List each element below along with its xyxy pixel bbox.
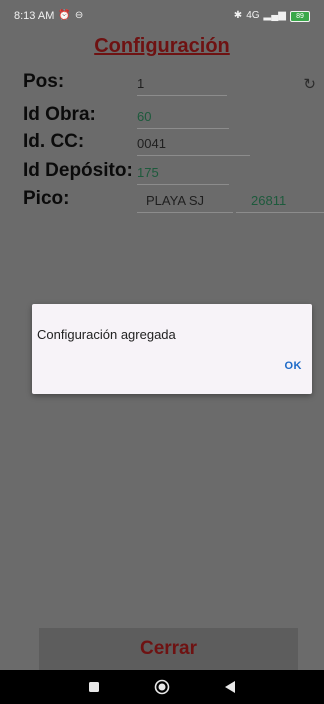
pico-label: Pico: [23,188,70,209]
square-icon [89,682,99,692]
dialog-ok-button[interactable]: OK [285,360,303,372]
recent-apps-button[interactable] [79,672,109,702]
pico-value-2[interactable]: 26811 [251,193,286,208]
deposito-value[interactable]: 175 [137,165,159,180]
alert-dialog: Configuración agregada OK [32,304,312,394]
pos-value[interactable]: 1 [137,76,144,91]
field-row-deposito: Id Depósito: 175 [0,160,324,186]
network-indicator: 4G [246,10,260,21]
page-title: Configuración [94,35,230,57]
pos-label: Pos: [23,71,65,92]
bluetooth-icon: ✱ [233,10,243,21]
home-button[interactable] [147,672,177,702]
close-button[interactable]: Cerrar [39,628,298,670]
refresh-icon[interactable]: ↻ [303,75,316,93]
field-row-cc: Id. CC: 0041 [0,131,324,157]
deposito-underline [137,184,229,185]
back-button[interactable] [215,672,245,702]
status-time: 8:13 AM [14,10,55,22]
triangle-back-icon [225,681,235,693]
field-row-obra: Id Obra: 60 [0,104,324,130]
cc-value[interactable]: 0041 [137,136,166,151]
alarm-clock-icon: ⏰ [58,10,71,21]
pico-underline-2 [236,212,324,213]
obra-label: Id Obra: [23,104,96,125]
pos-underline [137,95,227,96]
field-row-pico: Pico: PLAYA SJ 26811 [0,188,324,214]
circle-home-icon [154,679,170,695]
cc-underline [137,155,250,156]
status-bar: 8:13 AM ⏰ ⊖ ✱ 4G ▂▄▆ 89 [0,0,324,32]
deposito-label: Id Depósito: [23,160,133,181]
circle-app-icon: ⊖ [74,10,84,21]
system-navigation-bar [0,670,324,704]
signal-icon: ▂▄▆ [263,10,286,21]
pico-value[interactable]: PLAYA SJ [146,193,204,208]
battery-icon: 89 [290,10,310,22]
cc-label: Id. CC: [23,131,85,152]
obra-value[interactable]: 60 [137,109,151,124]
dialog-message: Configuración agregada [37,327,176,342]
field-row-pos: Pos: 1 ↻ [0,71,324,97]
pico-underline [137,212,233,213]
obra-underline [137,128,229,129]
